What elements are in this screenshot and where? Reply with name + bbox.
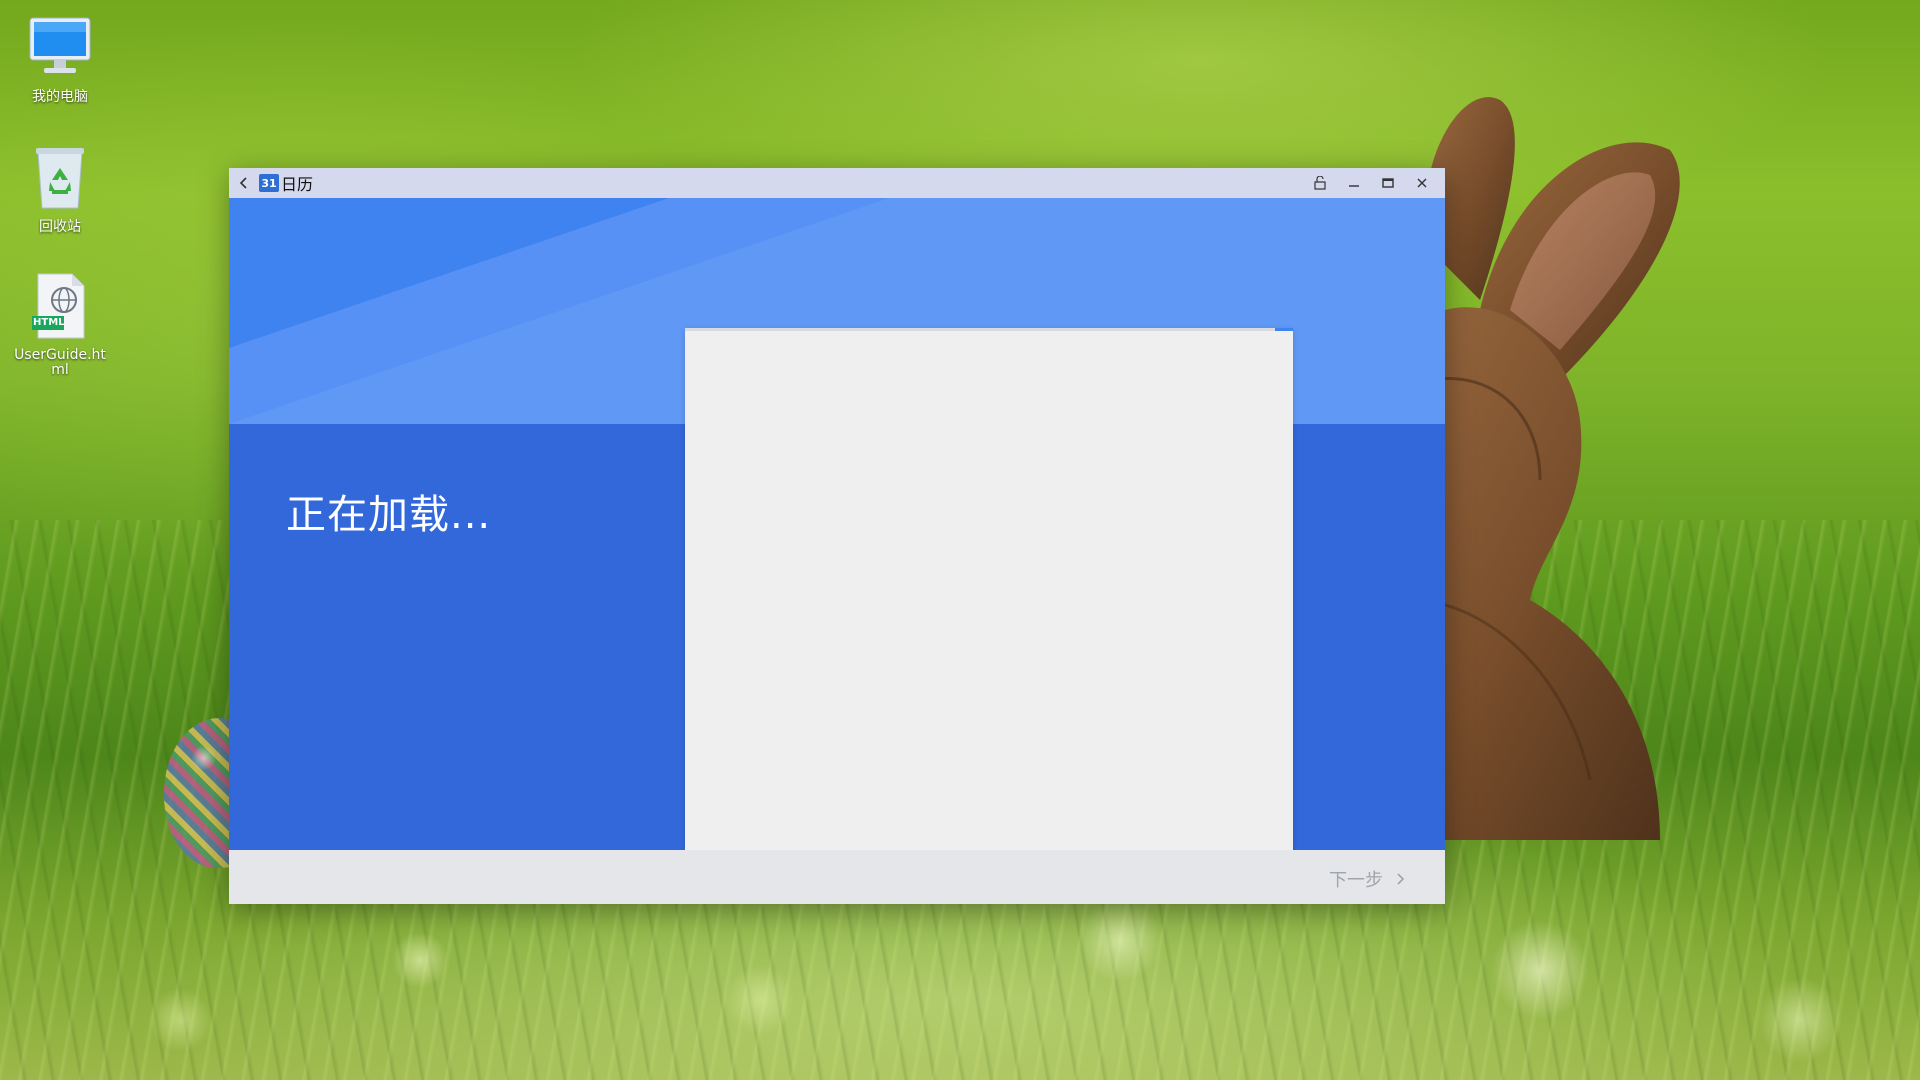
back-button[interactable] bbox=[231, 168, 257, 198]
desktop-icon-label: UserGuide.html bbox=[14, 347, 106, 378]
calendar-window: 31 日历 正在加载... 下一步 bbox=[229, 168, 1445, 904]
window-controls bbox=[1303, 168, 1439, 198]
close-button[interactable] bbox=[1405, 168, 1439, 198]
maximize-button[interactable] bbox=[1371, 168, 1405, 198]
pin-button[interactable] bbox=[1303, 168, 1337, 198]
loading-indicator bbox=[1275, 328, 1293, 331]
preview-card bbox=[685, 328, 1293, 850]
window-title: 日历 bbox=[281, 175, 314, 194]
desktop: 我的电脑 回收站 HTML UserGuide.html 31 日历 正在加载.… bbox=[0, 0, 1920, 1080]
desktop-icon-my-computer[interactable]: 我的电脑 bbox=[12, 12, 108, 105]
desktop-icon-recycle-bin[interactable]: 回收站 bbox=[12, 142, 108, 235]
window-footer: 下一步 bbox=[229, 850, 1445, 904]
minimize-button[interactable] bbox=[1337, 168, 1371, 198]
window-titlebar[interactable]: 31 日历 bbox=[229, 168, 1445, 198]
welcome-content: 正在加载... bbox=[229, 198, 1445, 850]
minimize-icon bbox=[1349, 185, 1359, 187]
desktop-icon-label: 我的电脑 bbox=[32, 89, 88, 105]
wallpaper-flowers bbox=[0, 880, 1920, 1080]
desktop-icon-userguide[interactable]: HTML UserGuide.html bbox=[12, 270, 108, 378]
recycle-bin-icon bbox=[24, 142, 96, 214]
next-button[interactable]: 下一步 bbox=[1329, 866, 1405, 892]
calendar-app-icon: 31 bbox=[259, 174, 279, 192]
computer-icon bbox=[24, 12, 96, 84]
chevron-left-icon bbox=[239, 177, 247, 189]
html-file-icon: HTML bbox=[24, 270, 96, 342]
chevron-right-icon bbox=[1397, 873, 1405, 885]
maximize-icon bbox=[1382, 178, 1394, 188]
loading-text: 正在加载... bbox=[286, 492, 492, 538]
desktop-icon-label: 回收站 bbox=[39, 219, 81, 235]
pin-icon bbox=[1314, 176, 1326, 190]
close-icon bbox=[1417, 178, 1427, 188]
html-badge: HTML bbox=[33, 317, 65, 328]
next-button-label: 下一步 bbox=[1329, 870, 1383, 891]
